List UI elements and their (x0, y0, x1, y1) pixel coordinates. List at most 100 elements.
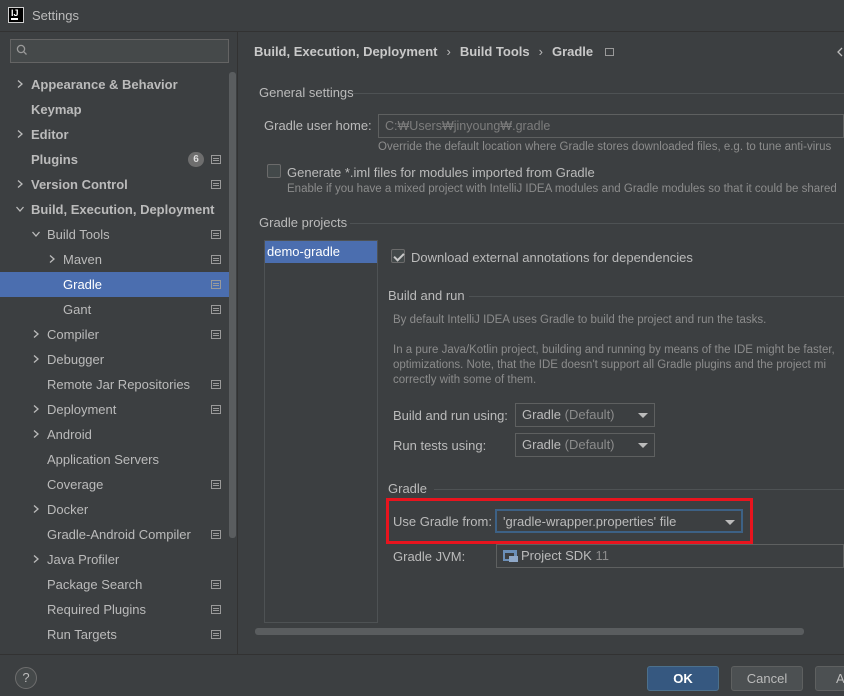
generate-iml-label: Generate *.iml files for modules importe… (287, 165, 595, 180)
help-button[interactable]: ? (15, 667, 37, 689)
sidebar-item-docker[interactable]: Docker (0, 497, 230, 522)
settings-content: Build, Execution, Deployment › Build Tools… (239, 32, 844, 654)
run-tests-using-select[interactable]: Gradle (Default) (515, 433, 655, 457)
project-settings-icon (211, 180, 221, 189)
breadcrumb-item[interactable]: Build, Execution, Deployment (254, 44, 437, 59)
gradle-jvm-select[interactable]: Project SDK 11 (496, 544, 844, 568)
chevron-down-icon (32, 231, 40, 237)
sidebar-item-debugger[interactable]: Debugger (0, 347, 230, 372)
sidebar-item-label: Docker (47, 502, 89, 517)
content-horizontal-scrollbar[interactable] (255, 628, 804, 635)
build-run-hint: By default IntelliJ IDEA uses Gradle to … (393, 314, 767, 326)
sdk-folder-icon (503, 550, 518, 562)
download-annotations-label: Download external annotations for depend… (411, 250, 693, 265)
sidebar-item-version-control[interactable]: Version Control (0, 172, 230, 197)
chevron-right-icon (17, 180, 23, 188)
project-settings-icon (211, 330, 221, 339)
sidebar-item-appearance-behavior[interactable]: Appearance & Behavior (0, 72, 230, 97)
chevron-right-icon (49, 255, 55, 263)
sidebar-item-label: Remote Jar Repositories (47, 377, 191, 392)
sidebar-item-label: Package Search (47, 577, 143, 592)
project-settings-icon (211, 405, 221, 414)
sidebar-item-build-tools[interactable]: Build Tools (0, 222, 230, 247)
sidebar-item-label: Editor (31, 127, 69, 142)
breadcrumb-separator: › (538, 44, 543, 59)
sidebar-item-label: Gradle-Android Compiler (47, 527, 191, 542)
sidebar-item-run-targets[interactable]: Run Targets (0, 622, 230, 647)
sidebar-item-coverage[interactable]: Coverage (0, 472, 230, 497)
sidebar-item-required-plugins[interactable]: Required Plugins (0, 597, 230, 622)
select-value-version: 11 (595, 548, 609, 563)
title-bar: IJ Settings (0, 0, 844, 32)
project-settings-icon (211, 580, 221, 589)
sidebar-item-label: Debugger (47, 352, 105, 367)
cancel-button[interactable]: Cancel (731, 666, 803, 691)
dropdown-arrow-icon (725, 520, 735, 525)
chevron-right-icon (33, 355, 39, 363)
chevron-right-icon (33, 430, 39, 438)
sidebar-item-label: Run Targets (47, 627, 117, 642)
plugins-count-badge: 6 (188, 152, 204, 167)
ok-button[interactable]: OK (647, 666, 719, 691)
sidebar-item-plugins[interactable]: Plugins 6 (0, 147, 230, 172)
sidebar-item-maven[interactable]: Maven (0, 247, 230, 272)
sidebar-item-label: Gradle (63, 277, 103, 292)
breadcrumb: Build, Execution, Deployment › Build Tools… (254, 44, 615, 62)
breadcrumb-item: Gradle (551, 44, 594, 59)
sidebar-item-editor[interactable]: Editor (0, 122, 230, 147)
sidebar-item-remote-jar-repositories[interactable]: Remote Jar Repositories (0, 372, 230, 397)
project-settings-icon (211, 630, 221, 639)
build-and-run-title: Build and run (388, 288, 465, 303)
sidebar-item-label: Java Profiler (47, 552, 120, 567)
sidebar-item-build-execution-deployment[interactable]: Build, Execution, Deployment (0, 197, 230, 222)
build-run-hint: correctly with some of them. (393, 374, 537, 386)
sidebar-item-gradle-android-compiler[interactable]: Gradle-Android Compiler (0, 522, 230, 547)
gradle-projects-title: Gradle projects (259, 215, 348, 230)
gradle-projects-list: demo-gradle (264, 240, 378, 623)
download-annotations-checkbox[interactable] (391, 249, 405, 263)
project-settings-icon (211, 280, 221, 289)
sidebar-item-label: Deployment (47, 402, 117, 417)
sidebar-item-java-profiler[interactable]: Java Profiler (0, 547, 230, 572)
back-arrow-icon[interactable] (836, 47, 844, 57)
settings-sidebar: Appearance & Behavior Keymap Editor Plug… (0, 32, 238, 654)
project-settings-icon (211, 305, 221, 314)
chevron-right-icon (17, 80, 23, 88)
use-gradle-from-select[interactable]: 'gradle-wrapper.properties' file (495, 509, 743, 533)
project-settings-icon (211, 255, 221, 264)
chevron-right-icon (33, 405, 39, 413)
sidebar-item-keymap[interactable]: Keymap (0, 97, 230, 122)
apply-button[interactable]: A (815, 666, 844, 691)
sidebar-item-package-search[interactable]: Package Search (0, 572, 230, 597)
breadcrumb-separator: › (446, 44, 451, 59)
sidebar-item-label: Android (47, 427, 92, 442)
build-run-using-select[interactable]: Gradle (Default) (515, 403, 655, 427)
list-item[interactable]: demo-gradle (265, 241, 377, 263)
sidebar-item-application-servers[interactable]: Application Servers (0, 447, 230, 472)
sidebar-item-gant[interactable]: Gant (0, 297, 230, 322)
sidebar-item-android[interactable]: Android (0, 422, 230, 447)
settings-search-input[interactable] (10, 39, 229, 63)
sidebar-item-deployment[interactable]: Deployment (0, 397, 230, 422)
sidebar-scrollbar[interactable] (229, 72, 236, 538)
chevron-right-icon (33, 330, 39, 338)
chevron-down-icon (16, 206, 24, 212)
sidebar-item-label: Gant (63, 302, 92, 317)
select-value-suffix: (Default) (564, 437, 615, 452)
gradle-user-home-input[interactable]: C:₩Users₩jinyoung₩.gradle (378, 114, 844, 138)
dialog-button-bar: ? OK Cancel A (0, 654, 844, 696)
section-divider (353, 93, 844, 94)
sidebar-item-gradle[interactable]: Gradle (0, 272, 236, 297)
section-divider (469, 296, 844, 297)
sidebar-item-compiler[interactable]: Compiler (0, 322, 230, 347)
search-icon (16, 44, 27, 55)
sidebar-item-label: Plugins (31, 152, 78, 167)
section-divider (434, 489, 844, 490)
sidebar-item-label: Required Plugins (47, 602, 147, 617)
select-value: Gradle (522, 407, 562, 422)
breadcrumb-item[interactable]: Build Tools (460, 44, 530, 59)
project-settings-icon (605, 48, 615, 56)
section-divider (350, 223, 844, 224)
generate-iml-checkbox[interactable] (267, 164, 281, 178)
sidebar-item-label: Version Control (31, 177, 128, 192)
